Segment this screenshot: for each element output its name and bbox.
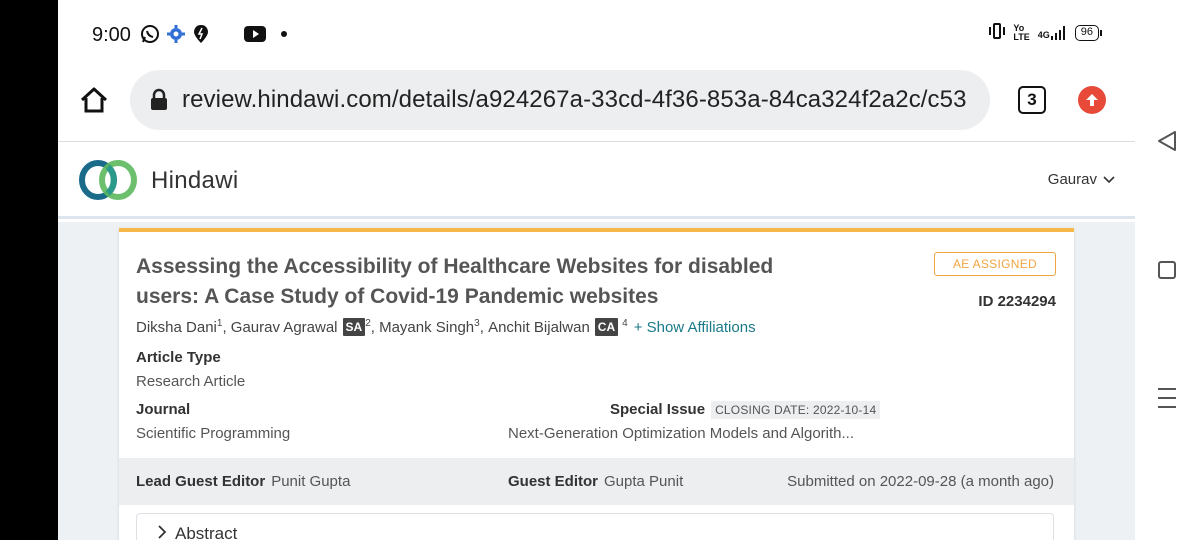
- site-header: Hindawi Gaurav: [58, 143, 1135, 219]
- 4g-signal-icon: 4G: [1037, 25, 1067, 40]
- status-badge: AE ASSIGNED: [934, 252, 1056, 276]
- vibrate-icon: [989, 22, 1006, 43]
- author-name: Gaurav Agrawal: [230, 318, 338, 336]
- phone-screen: 9:00 Yo LTE 4G 96 review.hindawi.com/det…: [58, 0, 1135, 540]
- author-name: Mayank Singh: [379, 318, 475, 336]
- lead-guest-editor: Lead Guest Editor Punit Gupta: [136, 473, 350, 490]
- youtube-icon: [244, 22, 266, 46]
- volte-icon: Yo LTE: [1013, 22, 1030, 42]
- settings-icon: [166, 22, 186, 46]
- network-type: 4G: [1037, 29, 1050, 40]
- android-nav-bar: [1135, 0, 1200, 540]
- manuscript-title[interactable]: Assessing the Accessibility of Healthcar…: [136, 252, 836, 312]
- journal-label: Journal: [136, 401, 191, 418]
- url-text: review.hindawi.com/details/a924267a-33cd…: [182, 86, 967, 113]
- journal-value: Scientific Programming: [136, 425, 291, 442]
- address-bar[interactable]: review.hindawi.com/details/a924267a-33cd…: [130, 70, 990, 130]
- submitting-author-badge: SA: [342, 318, 366, 336]
- author-affiliation-number: 3: [474, 317, 480, 329]
- closing-date-badge: CLOSING DATE: 2022-10-14: [711, 401, 881, 419]
- status-time: 9:00: [92, 24, 131, 46]
- lead-guest-editor-label: Lead Guest Editor: [136, 473, 266, 490]
- status-right: Yo LTE 4G 96: [989, 22, 1103, 43]
- abstract-section[interactable]: Abstract: [136, 513, 1054, 540]
- hindawi-logo-icon[interactable]: [78, 157, 140, 203]
- special-issue-label: Special Issue CLOSING DATE: 2022-10-14: [610, 401, 881, 419]
- back-icon[interactable]: [1157, 130, 1177, 157]
- status-bar: 9:00 Yo LTE 4G 96: [58, 0, 1135, 68]
- author-name: Anchit Bijalwan: [488, 318, 590, 336]
- battery-indicator: 96: [1074, 24, 1103, 41]
- article-type-label: Article Type: [136, 349, 221, 366]
- lock-icon: [148, 88, 170, 112]
- corresponding-author-badge: CA: [594, 318, 619, 336]
- tab-switcher-button[interactable]: 3: [1018, 86, 1046, 114]
- lead-guest-editor-name: Punit Gupta: [271, 473, 351, 490]
- recent-apps-icon[interactable]: [1158, 388, 1176, 415]
- article-type-value: Research Article: [136, 373, 246, 390]
- abstract-toggle[interactable]: Abstract: [157, 524, 237, 540]
- chevron-right-icon: [157, 524, 167, 540]
- user-name: Gaurav: [1047, 171, 1097, 188]
- guest-editor-name: Gupta Punit: [604, 473, 684, 490]
- user-menu[interactable]: Gaurav: [1048, 171, 1115, 188]
- show-affiliations-link[interactable]: + Show Affiliations: [634, 319, 756, 336]
- manuscript-card: Assessing the Accessibility of Healthcar…: [119, 228, 1074, 540]
- dot-icon: [280, 22, 288, 46]
- guest-editor-label: Guest Editor: [508, 473, 599, 490]
- manuscript-id: ID 2234294: [978, 293, 1056, 310]
- brand-name[interactable]: Hindawi: [151, 167, 238, 195]
- home-icon[interactable]: [78, 84, 110, 116]
- guest-editor: Guest Editor Gupta Punit: [508, 473, 683, 490]
- abstract-label: Abstract: [175, 524, 238, 540]
- pin-icon: [193, 22, 209, 46]
- browser-toolbar: review.hindawi.com/details/a924267a-33cd…: [58, 68, 1135, 142]
- author-affiliation-number: 2: [365, 317, 371, 329]
- whatsapp-icon: [140, 22, 160, 46]
- editor-row: Lead Guest Editor Punit Gupta Guest Edito…: [119, 458, 1074, 505]
- update-icon[interactable]: [1078, 86, 1106, 114]
- submitted-date: Submitted on 2022-09-28 (a month ago): [787, 473, 1054, 490]
- author-affiliation-number: 4: [622, 317, 628, 329]
- author-affiliation-number: 1: [216, 317, 223, 329]
- author-list: Diksha Dani 1, Gaurav Agrawal SA 2, Mayank …: [136, 317, 756, 336]
- chevron-down-icon: [1103, 171, 1115, 188]
- special-issue-label-text: Special Issue: [610, 401, 706, 418]
- special-issue-value[interactable]: Next-Generation Optimization Models and …: [508, 425, 854, 442]
- home-button-icon[interactable]: [1158, 261, 1176, 279]
- content-area: Assessing the Accessibility of Healthcar…: [58, 222, 1135, 540]
- author-name: Diksha Dani: [136, 318, 217, 336]
